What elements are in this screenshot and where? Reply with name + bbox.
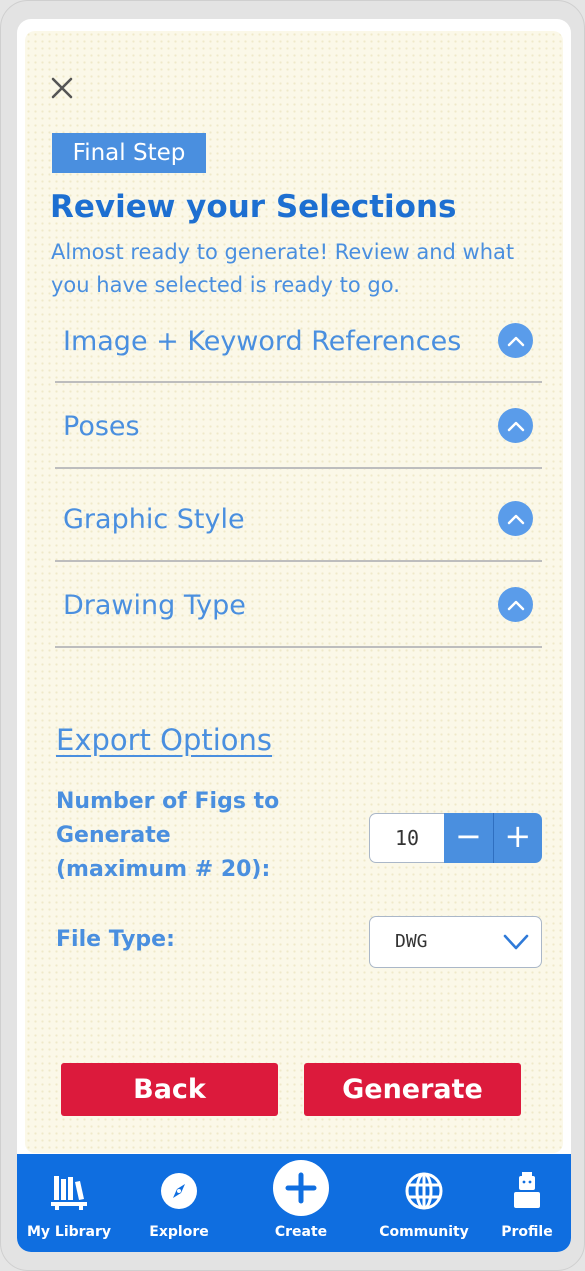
nav-profile[interactable]: Profile (477, 1154, 571, 1252)
figs-count-stepper[interactable]: 10 − + (369, 813, 543, 863)
nav-my-library[interactable]: My Library (19, 1154, 119, 1252)
page-subtitle: Almost ready to generate! Review and wha… (51, 240, 515, 297)
chevron-down-icon (503, 934, 529, 950)
plus-circle-icon (273, 1160, 329, 1216)
accordion-label: Graphic Style (63, 504, 245, 535)
page-title: Review your Selections (50, 189, 457, 225)
export-options-link[interactable]: Export Options (56, 723, 272, 757)
figs-count-label: Number of Figs to Generate (maximum # 20… (56, 789, 280, 882)
compass-icon (161, 1173, 197, 1209)
accordion-image-keyword-references[interactable]: Image + Keyword References (55, 323, 542, 383)
decrement-button[interactable]: − (444, 813, 493, 863)
back-button[interactable]: Back (61, 1063, 278, 1116)
globe-icon (405, 1172, 443, 1210)
nav-explore[interactable]: Explore (129, 1154, 229, 1252)
nav-label: My Library (26, 1224, 112, 1240)
file-type-label: File Type: (56, 927, 175, 952)
accordion-drawing-type[interactable]: Drawing Type (55, 587, 542, 648)
file-type-value: DWG (395, 931, 428, 952)
file-type-select[interactable]: DWG (369, 916, 542, 968)
chevron-up-icon[interactable] (498, 587, 533, 622)
accordion-label: Image + Keyword References (63, 326, 462, 357)
step-badge: Final Step (52, 133, 206, 173)
chevron-up-icon[interactable] (498, 501, 533, 536)
nav-label: Community (379, 1224, 469, 1240)
nav-label: Profile (501, 1224, 553, 1240)
nav-community[interactable]: Community (374, 1154, 474, 1252)
close-button[interactable] (49, 75, 75, 101)
nav-label: Create (274, 1224, 328, 1240)
figs-count-input[interactable]: 10 (369, 813, 445, 863)
review-panel: Final Step Review your Selections Almost… (25, 31, 563, 1153)
chevron-up-icon[interactable] (498, 323, 533, 358)
accordion-label: Drawing Type (63, 590, 246, 621)
app-screen: Final Step Review your Selections Almost… (17, 19, 571, 1252)
chevron-up-icon[interactable] (498, 408, 533, 443)
library-books-icon (51, 1176, 87, 1210)
nav-create[interactable]: Create (251, 1154, 351, 1252)
nav-label: Explore (149, 1224, 209, 1240)
accordion-graphic-style[interactable]: Graphic Style (55, 501, 542, 562)
figure-icon (514, 1172, 540, 1208)
generate-button[interactable]: Generate (304, 1063, 521, 1116)
accordion-label: Poses (63, 411, 140, 442)
accordion-poses[interactable]: Poses (55, 408, 542, 469)
increment-button[interactable]: + (492, 813, 543, 863)
bottom-nav: My Library Explore Create Community Prof… (17, 1154, 571, 1252)
close-icon (51, 77, 73, 99)
device-frame: Final Step Review your Selections Almost… (0, 0, 585, 1271)
